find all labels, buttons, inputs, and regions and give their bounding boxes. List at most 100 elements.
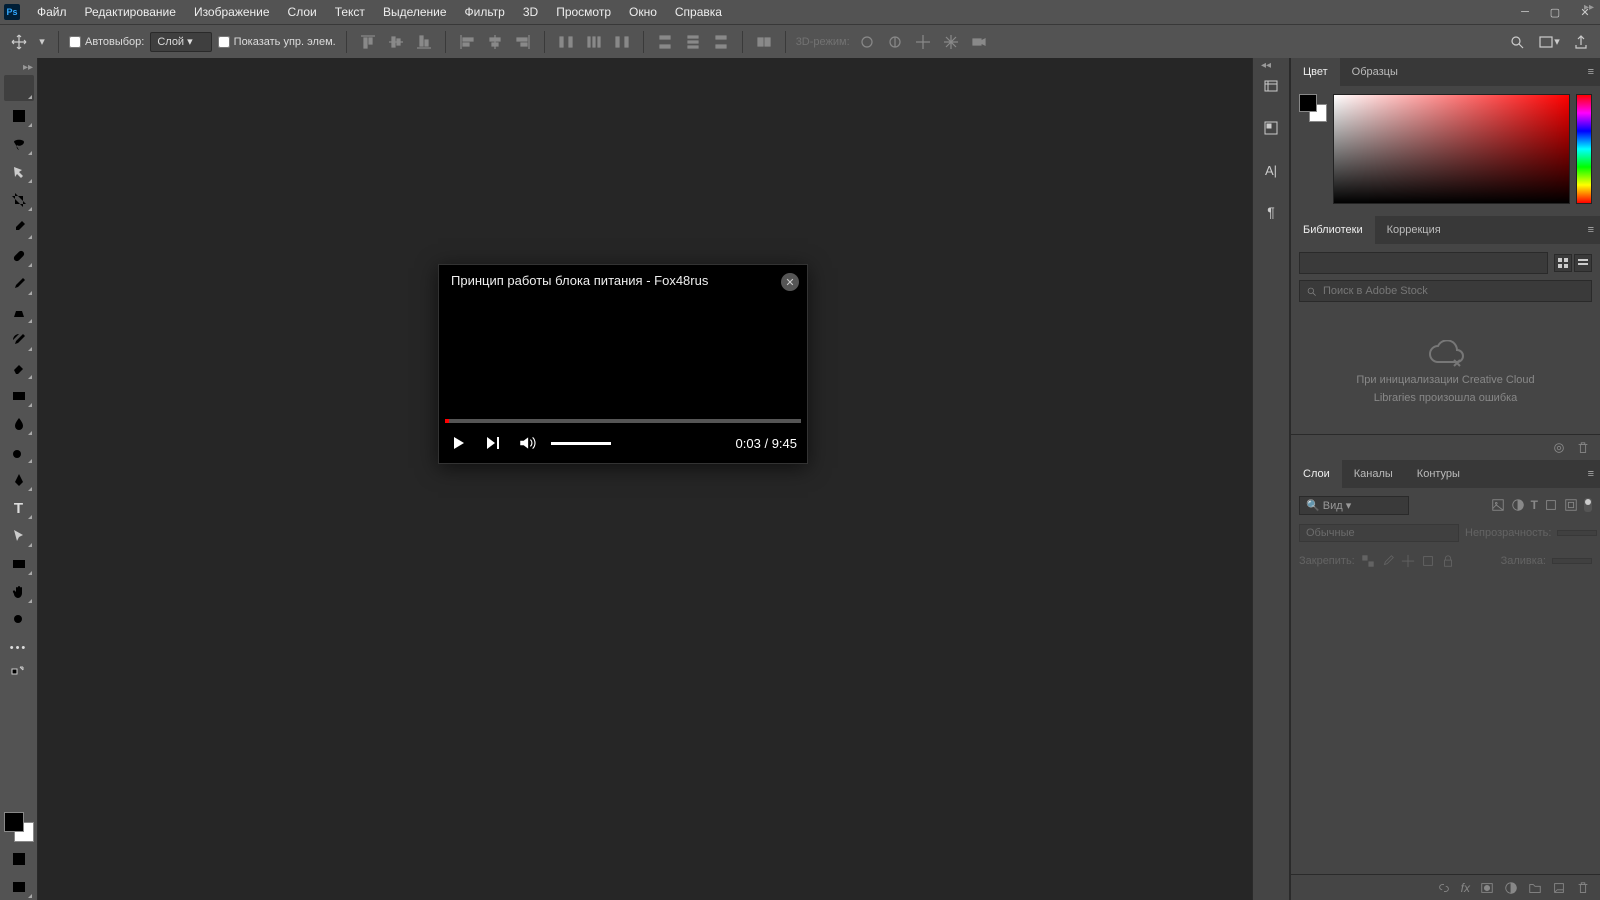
- quick-select-tool[interactable]: [4, 159, 34, 185]
- rectangle-tool[interactable]: [4, 551, 34, 577]
- foreground-background-colors[interactable]: [4, 812, 34, 842]
- lasso-tool[interactable]: [4, 131, 34, 157]
- filter-type-icon[interactable]: T: [1531, 498, 1538, 512]
- autoselect-checkbox[interactable]: Автовыбор:: [69, 36, 144, 48]
- group-layers-icon[interactable]: [1528, 881, 1542, 895]
- adjustment-layer-icon[interactable]: [1504, 881, 1518, 895]
- tab-adjustments[interactable]: Коррекция: [1375, 216, 1453, 244]
- tab-paths[interactable]: Контуры: [1405, 460, 1472, 488]
- gradient-tool[interactable]: [4, 383, 34, 409]
- collapse-right-panels-icon[interactable]: ▸▸: [1584, 2, 1594, 13]
- filter-adjust-icon[interactable]: [1511, 498, 1525, 512]
- menu-image[interactable]: Изображение: [185, 0, 279, 24]
- quick-mask-button[interactable]: [4, 846, 34, 872]
- lib-sync-icon[interactable]: [1552, 441, 1566, 455]
- new-layer-icon[interactable]: [1552, 881, 1566, 895]
- lib-grid-view-icon[interactable]: [1554, 254, 1572, 272]
- hue-slider[interactable]: [1576, 94, 1592, 204]
- tab-libraries[interactable]: Библиотеки: [1291, 216, 1375, 244]
- collapse-tools-icon[interactable]: ▸▸: [23, 62, 33, 73]
- dodge-tool[interactable]: [4, 439, 34, 465]
- layer-filter-select[interactable]: 🔍 Вид ▾: [1299, 496, 1409, 515]
- filter-toggle[interactable]: [1584, 498, 1592, 512]
- share-icon[interactable]: [1570, 31, 1592, 53]
- fill-label: Заливка:: [1501, 555, 1546, 567]
- align-hcenter-icon: [484, 31, 506, 53]
- pen-tool[interactable]: [4, 467, 34, 493]
- type-tool[interactable]: T: [4, 495, 34, 521]
- filter-shape-icon[interactable]: [1544, 498, 1558, 512]
- autoselect-mode-select[interactable]: Слой ▾: [150, 32, 211, 52]
- video-close-button[interactable]: ✕: [781, 273, 799, 291]
- play-button[interactable]: [449, 435, 469, 451]
- library-select[interactable]: [1299, 252, 1548, 274]
- screen-mode-icon[interactable]: ▾: [1538, 31, 1560, 53]
- expand-panels-icon[interactable]: ◂◂: [1261, 60, 1271, 71]
- crop-tool[interactable]: [4, 187, 34, 213]
- edit-toolbar-button[interactable]: •••: [4, 635, 34, 661]
- path-select-tool[interactable]: [4, 523, 34, 549]
- tab-color[interactable]: Цвет: [1291, 58, 1340, 86]
- properties-panel-icon[interactable]: [1257, 116, 1285, 140]
- window-maximize-button[interactable]: ▢: [1540, 0, 1570, 24]
- eyedropper-tool[interactable]: [4, 215, 34, 241]
- menu-layers[interactable]: Слои: [279, 0, 326, 24]
- layer-mask-icon[interactable]: [1480, 881, 1494, 895]
- layers-panel-menu-icon[interactable]: ≡: [1588, 468, 1594, 480]
- volume-button[interactable]: [517, 434, 537, 452]
- menu-filter[interactable]: Фильтр: [456, 0, 514, 24]
- layer-fx-icon[interactable]: fx: [1461, 881, 1470, 895]
- video-time: 0:03 / 9:45: [736, 436, 797, 451]
- foreground-color-swatch[interactable]: [4, 812, 24, 832]
- color-panel-menu-icon[interactable]: ≡: [1588, 66, 1594, 78]
- filter-image-icon[interactable]: [1491, 498, 1505, 512]
- libraries-panel-tabs: Библиотеки Коррекция ≡: [1291, 216, 1600, 244]
- libraries-panel-menu-icon[interactable]: ≡: [1588, 224, 1594, 236]
- document-canvas[interactable]: Принцип работы блока питания - Fox48rus …: [38, 58, 1252, 900]
- delete-layer-icon[interactable]: [1576, 881, 1590, 895]
- menu-select[interactable]: Выделение: [374, 0, 456, 24]
- brush-tool[interactable]: [4, 271, 34, 297]
- window-minimize-button[interactable]: ─: [1510, 0, 1540, 24]
- healing-brush-tool[interactable]: [4, 243, 34, 269]
- next-button[interactable]: [483, 435, 503, 451]
- hand-tool[interactable]: [4, 579, 34, 605]
- history-panel-icon[interactable]: [1257, 74, 1285, 98]
- filter-smart-icon[interactable]: [1564, 498, 1578, 512]
- paragraph-panel-icon[interactable]: ¶: [1257, 200, 1285, 224]
- link-layers-icon[interactable]: [1437, 881, 1451, 895]
- lock-label: Закрепить:: [1299, 555, 1355, 567]
- blur-tool[interactable]: [4, 411, 34, 437]
- tab-swatches[interactable]: Образцы: [1340, 58, 1410, 86]
- library-error-message: При инициализации Creative Cloud Librari…: [1291, 310, 1600, 434]
- menu-edit[interactable]: Редактирование: [76, 0, 185, 24]
- eraser-tool[interactable]: [4, 355, 34, 381]
- move-tool[interactable]: [4, 75, 34, 101]
- show-transform-controls-checkbox[interactable]: Показать упр. элем.: [218, 36, 336, 48]
- swap-colors-icon[interactable]: [4, 663, 34, 677]
- lib-trash-icon[interactable]: [1576, 441, 1590, 455]
- search-icon[interactable]: [1506, 31, 1528, 53]
- zoom-tool[interactable]: [4, 607, 34, 633]
- opacity-input: [1557, 530, 1597, 536]
- tool-preset-dropdown[interactable]: ▾: [36, 31, 48, 53]
- volume-slider[interactable]: [551, 442, 611, 445]
- menu-file[interactable]: Файл: [28, 0, 76, 24]
- history-brush-tool[interactable]: [4, 327, 34, 353]
- screen-mode-button[interactable]: [4, 874, 34, 900]
- tab-channels[interactable]: Каналы: [1342, 460, 1405, 488]
- marquee-tool[interactable]: [4, 103, 34, 129]
- distribute-v1-icon: [654, 31, 676, 53]
- menu-help[interactable]: Справка: [666, 0, 731, 24]
- color-field[interactable]: [1333, 94, 1570, 204]
- character-panel-icon[interactable]: A|: [1257, 158, 1285, 182]
- menu-window[interactable]: Окно: [620, 0, 666, 24]
- tab-layers[interactable]: Слои: [1291, 460, 1342, 488]
- menu-view[interactable]: Просмотр: [547, 0, 620, 24]
- library-search-input[interactable]: Поиск в Adobe Stock: [1299, 280, 1592, 302]
- menu-type[interactable]: Текст: [326, 0, 374, 24]
- menu-3d[interactable]: 3D: [514, 0, 547, 24]
- color-fg-bg-swatch[interactable]: [1299, 94, 1327, 122]
- lib-list-view-icon[interactable]: [1574, 254, 1592, 272]
- clone-stamp-tool[interactable]: [4, 299, 34, 325]
